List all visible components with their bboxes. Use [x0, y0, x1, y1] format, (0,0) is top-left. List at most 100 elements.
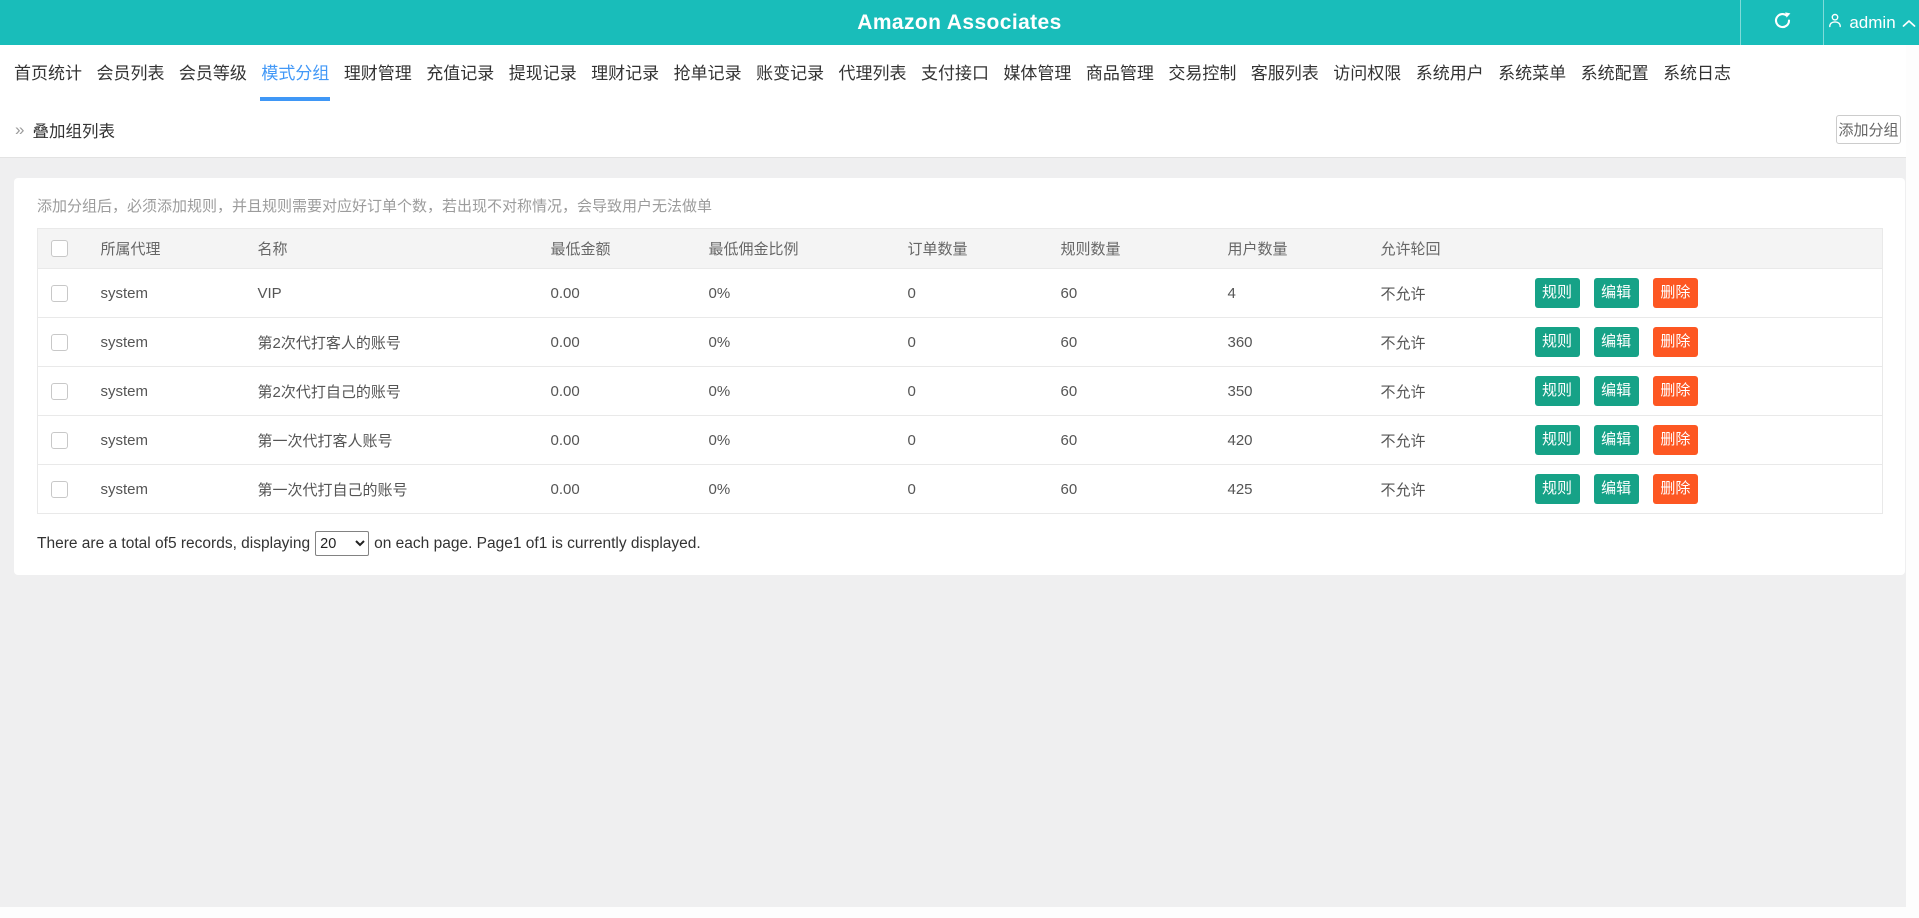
nav-item-3[interactable]: 会员等级 [178, 45, 248, 101]
main-nav: 首页统计 会员列表 会员等级 模式分组 理财管理 充值记录 提现记录 理财记录 … [0, 45, 1919, 101]
edit-button[interactable]: 编辑 [1593, 278, 1639, 308]
cell-order-count: 0 [907, 366, 1061, 416]
nav-item-4-active[interactable]: 模式分组 [260, 45, 331, 101]
cell-allow-loop: 不允许 [1380, 268, 1535, 318]
cell-name: 第2次代打客人的账号 [257, 317, 551, 367]
cell-min-amount: 0.00 [550, 464, 709, 514]
cell-min-amount: 0.00 [550, 415, 709, 465]
row-checkbox[interactable] [51, 382, 68, 400]
cell-min-commission: 0% [708, 366, 908, 416]
cell-user-count: 4 [1227, 268, 1381, 318]
cell-min-commission: 0% [708, 268, 908, 318]
nav-item-9[interactable]: 抢单记录 [673, 45, 743, 101]
breadcrumb-label: 叠加组列表 [32, 122, 115, 141]
cell-order-count: 0 [907, 268, 1061, 318]
header-controls: admin [1740, 0, 1919, 45]
notice-text: 添加分组后，必须添加规则，并且规则需要对应好订单个数，若出现不对称情况，会导致用… [37, 198, 713, 215]
breadcrumb-arrows-icon: » [15, 119, 25, 139]
col-header-name: 名称 [257, 228, 551, 269]
table-row: system VIP 0.00 0% 0 60 4 不允许 规则 编辑 删除 [37, 268, 1883, 318]
page-size-select[interactable]: 20 [315, 531, 370, 556]
cell-order-count: 0 [907, 415, 1061, 465]
cell-rule-count: 60 [1060, 317, 1228, 367]
cell-min-amount: 0.00 [550, 317, 709, 367]
cell-rule-count: 60 [1060, 268, 1228, 318]
delete-button[interactable]: 删除 [1652, 425, 1698, 455]
cell-agent: system [100, 415, 258, 465]
nav-item-21[interactable]: 系统日志 [1662, 45, 1732, 101]
nav-item-10[interactable]: 账变记录 [755, 45, 825, 101]
cell-allow-loop: 不允许 [1380, 317, 1535, 367]
cell-order-count: 0 [907, 317, 1061, 367]
user-menu[interactable]: admin [1824, 0, 1919, 45]
col-header-agent: 所属代理 [100, 228, 258, 269]
nav-item-13[interactable]: 媒体管理 [1002, 45, 1072, 101]
cell-agent: system [100, 317, 258, 367]
nav-item-2[interactable]: 会员列表 [95, 45, 165, 101]
breadcrumb: » 叠加组列表 [15, 101, 115, 158]
username-label: admin [1849, 12, 1896, 32]
cell-allow-loop: 不允许 [1380, 415, 1535, 465]
rule-button[interactable]: 规则 [1534, 327, 1580, 357]
nav-item-15[interactable]: 交易控制 [1167, 45, 1237, 101]
rule-button[interactable]: 规则 [1534, 278, 1580, 308]
cell-allow-loop: 不允许 [1380, 366, 1535, 416]
toolbar: » 叠加组列表 添加分组 [0, 101, 1919, 158]
nav-item-17[interactable]: 访问权限 [1332, 45, 1402, 101]
table-header-row: 所属代理 名称 最低金额 最低佣金比例 订单数量 规则数量 用户数量 允许轮回 [37, 228, 1883, 269]
row-checkbox[interactable] [51, 480, 68, 498]
delete-button[interactable]: 删除 [1652, 278, 1698, 308]
nav-item-20[interactable]: 系统配置 [1580, 45, 1650, 101]
row-checkbox[interactable] [51, 284, 68, 302]
app-title: Amazon Associates [857, 11, 1062, 34]
cell-name: 第2次代打自己的账号 [257, 366, 551, 416]
horizontal-scrollbar[interactable] [0, 907, 1906, 918]
vertical-scrollbar[interactable] [1906, 45, 1919, 918]
rule-button[interactable]: 规则 [1534, 425, 1580, 455]
cell-agent: system [100, 366, 258, 416]
cell-min-amount: 0.00 [550, 366, 709, 416]
pagination: There are a total of5 records, displayin… [37, 531, 1882, 556]
cell-min-commission: 0% [708, 317, 908, 367]
add-group-button[interactable]: 添加分组 [1836, 115, 1901, 144]
nav-item-16[interactable]: 客服列表 [1250, 45, 1320, 101]
cell-name: 第一次代打自己的账号 [257, 464, 551, 514]
table-row: system 第一次代打自己的账号 0.00 0% 0 60 425 不允许 规… [37, 464, 1883, 514]
chevron-up-icon [1902, 13, 1916, 33]
select-all-checkbox[interactable] [51, 240, 68, 257]
nav-item-8[interactable]: 理财记录 [590, 45, 660, 101]
delete-button[interactable]: 删除 [1652, 327, 1698, 357]
nav-item-12[interactable]: 支付接口 [920, 45, 990, 101]
edit-button[interactable]: 编辑 [1593, 474, 1639, 504]
col-header-user-count: 用户数量 [1227, 228, 1381, 269]
col-header-order-count: 订单数量 [907, 228, 1061, 269]
edit-button[interactable]: 编辑 [1593, 425, 1639, 455]
table-row: system 第2次代打客人的账号 0.00 0% 0 60 360 不允许 规… [37, 317, 1883, 367]
nav-item-1[interactable]: 首页统计 [13, 45, 83, 101]
admin-page: { "colors": { "header_bg": "#19bdba", "n… [0, 0, 1919, 918]
delete-button[interactable]: 删除 [1652, 474, 1698, 504]
edit-button[interactable]: 编辑 [1593, 376, 1639, 406]
nav-item-7[interactable]: 提现记录 [508, 45, 578, 101]
nav-item-18[interactable]: 系统用户 [1415, 45, 1485, 101]
refresh-button[interactable] [1741, 0, 1823, 45]
edit-button[interactable]: 编辑 [1593, 327, 1639, 357]
cell-rule-count: 60 [1060, 366, 1228, 416]
col-header-min-amount: 最低金额 [550, 228, 709, 269]
nav-item-5[interactable]: 理财管理 [343, 45, 413, 101]
cell-order-count: 0 [907, 464, 1061, 514]
nav-item-14[interactable]: 商品管理 [1085, 45, 1155, 101]
table-row: system 第一次代打客人账号 0.00 0% 0 60 420 不允许 规则… [37, 415, 1883, 465]
nav-item-19[interactable]: 系统菜单 [1497, 45, 1567, 101]
delete-button[interactable]: 删除 [1652, 376, 1698, 406]
user-icon [1827, 12, 1843, 34]
groups-table: 所属代理 名称 最低金额 最低佣金比例 订单数量 规则数量 用户数量 允许轮回 … [37, 228, 1883, 514]
row-checkbox[interactable] [51, 333, 68, 351]
nav-item-6[interactable]: 充值记录 [425, 45, 495, 101]
pagination-text-before: There are a total of5 records, displayin… [37, 534, 311, 552]
row-checkbox[interactable] [51, 431, 68, 449]
rule-button[interactable]: 规则 [1534, 474, 1580, 504]
rule-button[interactable]: 规则 [1534, 376, 1580, 406]
nav-item-11[interactable]: 代理列表 [838, 45, 908, 101]
cell-name: 第一次代打客人账号 [257, 415, 551, 465]
